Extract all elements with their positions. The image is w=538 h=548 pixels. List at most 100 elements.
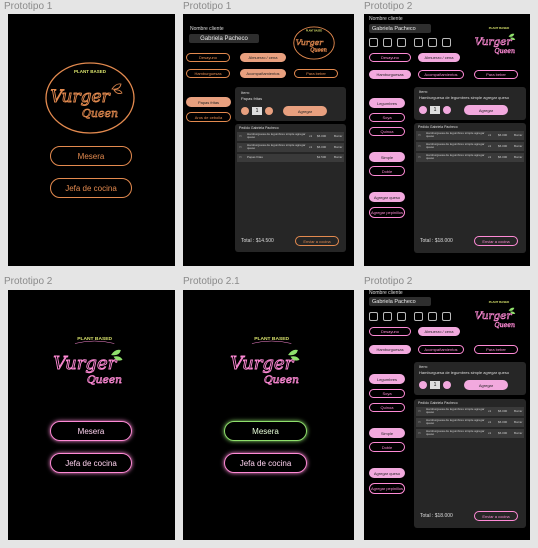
agregar-button[interactable]: Agregar — [464, 105, 508, 115]
option-doble[interactable]: Doble — [369, 442, 405, 452]
client-name-field[interactable]: Gabriela Pacheco — [369, 297, 431, 306]
jefa-de-cocina-button[interactable]: Jefa de cocina — [224, 453, 307, 473]
category-hamburguesas[interactable]: Hamburguesas — [369, 345, 411, 354]
swatch — [383, 312, 392, 321]
screen-prototipo-2-order-b: Nombre cliente Gabriela Pacheco PLANT BA… — [364, 290, 530, 540]
svg-text:Queen: Queen — [310, 48, 327, 54]
option-agregar-queso[interactable]: Agregar queso — [369, 468, 405, 478]
delete-button[interactable]: Borrar — [334, 156, 342, 159]
category-hamburguesas[interactable]: Hamburguesas — [369, 70, 411, 79]
screen-prototipo-1-home: PLANT BASED Vurger Queen Mesera Jefa de … — [8, 14, 175, 266]
plus-button[interactable] — [265, 107, 273, 115]
vurger-queen-logo: PLANT BASED Vurger Queen — [474, 300, 516, 329]
option-agregar-pepinillos[interactable]: Agregar pepinillos — [369, 207, 405, 218]
category-acompanamientos[interactable]: Acompañamientos — [418, 345, 464, 354]
swatch — [442, 38, 451, 47]
svg-text:Vurger: Vurger — [53, 353, 117, 374]
screen-prototipo-2-home: PLANT BASED Vurger Queen Mesera Jefa de … — [8, 290, 175, 540]
option-legumbres[interactable]: Legumbres — [369, 98, 405, 108]
delete-button[interactable]: Borrar — [514, 134, 522, 137]
mesera-button[interactable]: Mesera — [224, 421, 307, 441]
swatch — [414, 312, 423, 321]
minus-button[interactable] — [419, 381, 427, 389]
agregar-button[interactable]: Agregar — [464, 380, 508, 390]
enviar-a-cocina-button[interactable]: Enviar a cocina — [474, 511, 518, 521]
delete-button[interactable]: Borrar — [514, 156, 522, 159]
item-panel: Item: Papas fritas 1 Agregar — [235, 87, 346, 121]
order-title: Pedido Gabriela Pacheco — [239, 126, 279, 130]
plus-button[interactable] — [443, 106, 451, 114]
enviar-a-cocina-button[interactable]: Enviar a cocina — [474, 236, 518, 246]
category-desayuno[interactable]: Desayuno — [369, 327, 411, 336]
option-simple[interactable]: Simple — [369, 152, 405, 162]
option-agregar-pepinillos[interactable]: Agregar pepinillos — [369, 483, 405, 494]
category-acompanamientos[interactable]: Acompañamientos — [418, 70, 464, 79]
agregar-button[interactable]: Agregar — [283, 106, 327, 116]
client-name-field[interactable]: Gabriela Pacheco — [369, 24, 431, 33]
order-total: Total : $18.000 — [420, 513, 453, 519]
delete-button[interactable]: Borrar — [334, 146, 342, 149]
mesera-button[interactable]: Mesera — [50, 421, 132, 441]
svg-text:Vurger: Vurger — [50, 87, 110, 107]
category-hamburguesas[interactable]: Hamburguesas — [186, 69, 230, 78]
delete-button[interactable]: Borrar — [514, 432, 522, 435]
category-almuerzo-cena[interactable]: Almuerzo / cena — [240, 53, 286, 62]
option-quinoa[interactable]: Quinoa — [369, 403, 405, 412]
delete-button[interactable]: Borrar — [514, 145, 522, 148]
item-name: Hamburguesa de legumbres simple agregar … — [419, 95, 510, 100]
quantity-field[interactable]: 1 — [430, 381, 440, 389]
category-almuerzo-cena[interactable]: Almuerzo / cena — [418, 53, 460, 62]
svg-text:Queen: Queen — [264, 373, 299, 386]
option-legumbres[interactable]: Legumbres — [369, 374, 405, 384]
category-acompanamientos[interactable]: Acompañamientos — [240, 69, 286, 78]
option-quinoa[interactable]: Quinoa — [369, 127, 405, 136]
quantity-field[interactable]: 1 — [252, 107, 262, 115]
frame-label: Prototipo 2 — [364, 276, 413, 287]
category-almuerzo-cena[interactable]: Almuerzo / cena — [418, 327, 460, 336]
minus-button[interactable] — [241, 107, 249, 115]
plus-button[interactable] — [443, 381, 451, 389]
option-doble[interactable]: Doble — [369, 166, 405, 176]
jefa-de-cocina-button[interactable]: Jefa de cocina — [50, 453, 132, 473]
order-panel: Pedido Gabriela Pacheco ▭ Hamburguesa de… — [414, 399, 526, 528]
mesera-button[interactable]: Mesera — [50, 146, 132, 166]
swatch — [442, 312, 451, 321]
item-label: Item: — [241, 90, 250, 95]
option-soya[interactable]: Soya — [369, 389, 405, 398]
svg-text:PLANT BASED: PLANT BASED — [489, 26, 509, 30]
category-para-beber[interactable]: Para beber — [474, 70, 518, 79]
option-agregar-queso[interactable]: Agregar queso — [369, 192, 405, 202]
client-name-field[interactable]: Gabriela Pacheco — [189, 34, 259, 43]
svg-text:Vurger: Vurger — [475, 310, 513, 322]
option-aros-de-cebolla[interactable]: Aros de cebolla — [186, 112, 231, 122]
option-papas-fritas[interactable]: Papas fritas — [186, 97, 231, 107]
delete-button[interactable]: Borrar — [514, 421, 522, 424]
order-row: ▭ Hamburguesa de legumbres simple agrega… — [416, 418, 524, 427]
frame-label: Prototipo 2.1 — [183, 276, 240, 287]
svg-text:Vurger: Vurger — [475, 36, 513, 48]
vurger-queen-logo: PLANT BASED Vurger Queen — [53, 336, 123, 386]
delete-button[interactable]: Borrar — [334, 135, 342, 138]
quantity-field[interactable]: 1 — [430, 106, 440, 114]
category-desayuno[interactable]: Desayuno — [186, 53, 230, 62]
minus-button[interactable] — [419, 106, 427, 114]
order-row: ▭ Hamburguesa de legumbres simple agrega… — [416, 153, 524, 162]
option-soya[interactable]: Soya — [369, 113, 405, 122]
svg-text:PLANT BASED: PLANT BASED — [77, 336, 112, 342]
enviar-a-cocina-button[interactable]: Enviar a cocina — [295, 236, 339, 246]
order-row: ▭ Papas fritas $2.500 Borrar — [237, 154, 344, 162]
vurger-queen-logo: PLANT BASED Vurger Queen — [293, 26, 335, 60]
category-desayuno[interactable]: Desayuno — [369, 53, 411, 62]
item-label: Item: — [419, 364, 428, 369]
category-para-beber[interactable]: Para beber — [294, 69, 338, 78]
option-simple[interactable]: Simple — [369, 428, 405, 438]
order-panel: Pedido Gabriela Pacheco ▭ Hamburguesa de… — [235, 124, 346, 252]
vurger-queen-logo: PLANT BASED Vurger Queen — [230, 336, 300, 386]
order-row: ▭ Hamburguesa de legumbres simple agrega… — [416, 407, 524, 416]
jefa-de-cocina-button[interactable]: Jefa de cocina — [50, 178, 132, 198]
category-para-beber[interactable]: Para beber — [474, 345, 518, 354]
order-row: ▭ Hamburguesa de legumbres simple agrega… — [416, 429, 524, 438]
swatch — [369, 312, 378, 321]
delete-button[interactable]: Borrar — [514, 410, 522, 413]
svg-text:PLANT BASED: PLANT BASED — [254, 336, 289, 342]
